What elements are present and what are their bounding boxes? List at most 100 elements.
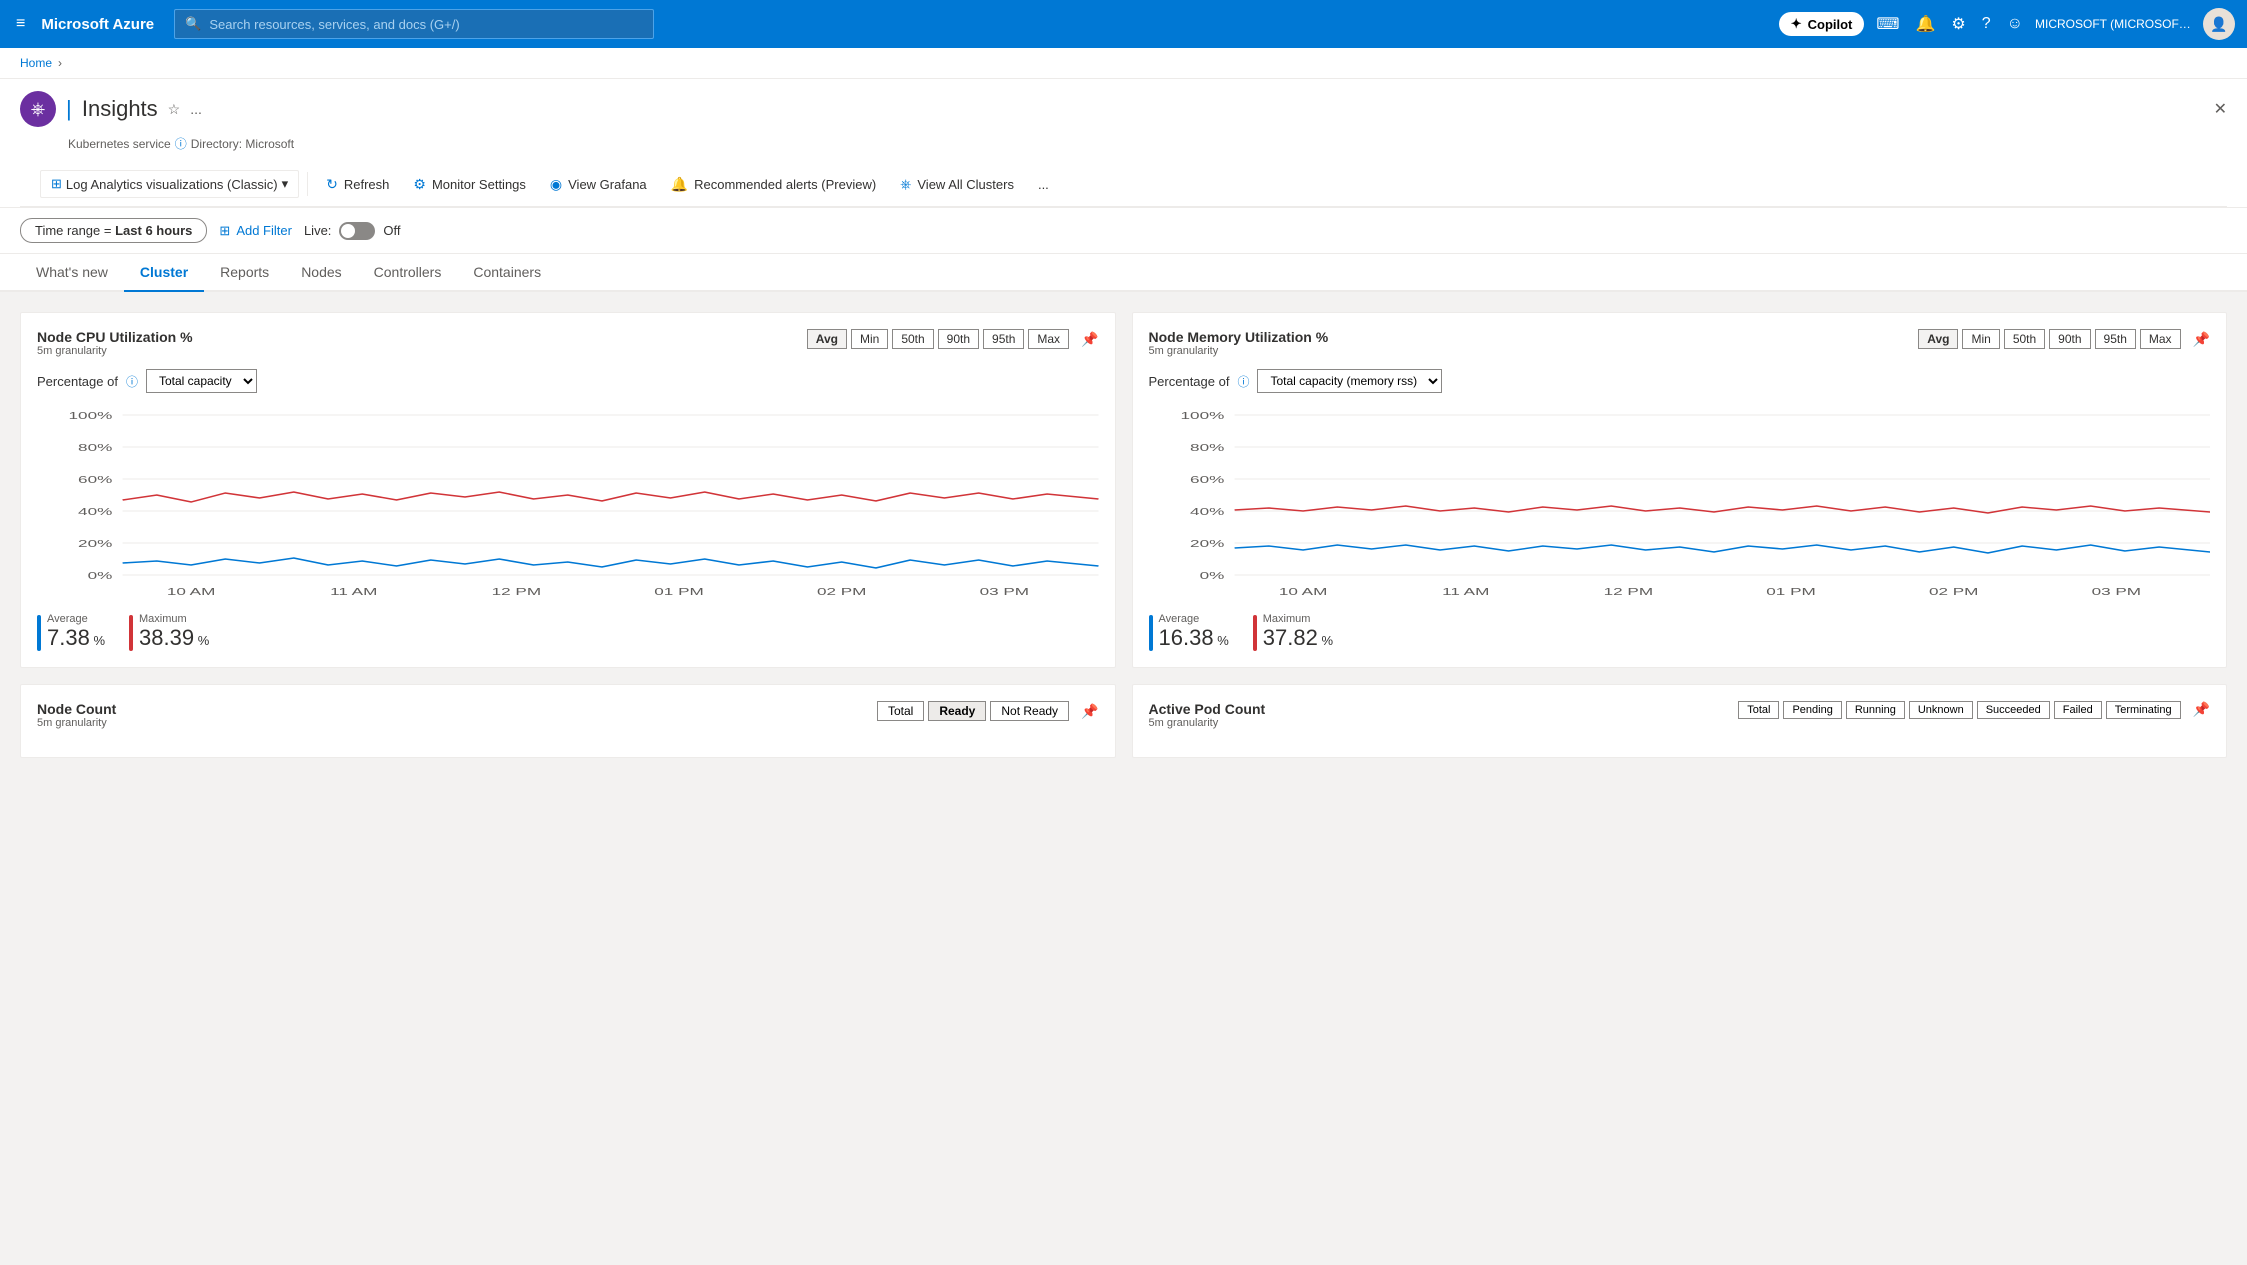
pod-count-card: Active Pod Count 5m granularity Total Pe…	[1132, 684, 2228, 758]
cpu-chart-header: Node CPU Utilization % 5m granularity Av…	[37, 329, 1099, 357]
tab-whats-new[interactable]: What's new	[20, 254, 124, 292]
memory-chart-header: Node Memory Utilization % 5m granularity…	[1149, 329, 2211, 357]
memory-chart-subtitle: 5m granularity	[1149, 345, 1329, 357]
user-account[interactable]: MICROSOFT (MICROSOFT.ONMI...	[2035, 17, 2195, 31]
memory-chart-options: Percentage of ⓘ Total capacity (memory r…	[1149, 369, 2211, 393]
cpu-capacity-dropdown[interactable]: Total capacity Request Limit	[146, 369, 257, 393]
cpu-95th-btn[interactable]: 95th	[983, 329, 1024, 349]
cpu-max-stat: Maximum 38.39 %	[129, 613, 209, 651]
pod-pin-icon[interactable]: 📌	[2193, 701, 2210, 719]
cpu-info-icon[interactable]: ⓘ	[126, 373, 138, 390]
node-pin-icon[interactable]: 📌	[1081, 703, 1098, 720]
feedback-button[interactable]: ☺	[2003, 11, 2027, 37]
memory-50th-btn[interactable]: 50th	[2004, 329, 2045, 349]
refresh-icon: ↻	[326, 176, 338, 193]
pod-failed-btn[interactable]: Failed	[2054, 701, 2102, 719]
view-grafana-button[interactable]: ◉ View Grafana	[540, 171, 657, 198]
memory-max-btn[interactable]: Max	[2140, 329, 2181, 349]
pod-running-btn[interactable]: Running	[1846, 701, 1905, 719]
info-icon: ⓘ	[175, 135, 187, 152]
svg-text:60%: 60%	[78, 474, 112, 485]
azure-logo: Microsoft Azure	[41, 16, 154, 33]
memory-min-btn[interactable]: Min	[1962, 329, 1999, 349]
pod-count-controls: Total Pending Running Unknown Succeeded …	[1738, 701, 2210, 719]
tab-reports[interactable]: Reports	[204, 254, 285, 292]
tab-controllers[interactable]: Controllers	[358, 254, 458, 292]
live-toggle[interactable]	[339, 222, 375, 240]
cpu-chart-title: Node CPU Utilization %	[37, 329, 193, 345]
cpu-90th-btn[interactable]: 90th	[938, 329, 979, 349]
close-icon[interactable]: ✕	[2214, 99, 2227, 119]
svg-text:02 PM: 02 PM	[1928, 586, 1977, 597]
memory-chart-title: Node Memory Utilization %	[1149, 329, 1329, 345]
top-nav: ≡ Microsoft Azure 🔍 ✦ Copilot ⌨ 🔔 ⚙ ? ☺ …	[0, 0, 2247, 48]
node-ready-btn[interactable]: Ready	[928, 701, 986, 721]
time-range-button[interactable]: Time range = Last 6 hours	[20, 218, 207, 243]
cpu-avg-stat: Average 7.38 %	[37, 613, 105, 651]
search-icon: 🔍	[185, 16, 201, 32]
memory-svg: 100% 80% 60% 40% 20% 0% 10 AM 11 AM 12 P…	[1149, 405, 2211, 605]
notifications-button[interactable]: 🔔	[1911, 10, 1939, 38]
svg-text:40%: 40%	[1190, 506, 1224, 517]
pod-succeeded-btn[interactable]: Succeeded	[1977, 701, 2050, 719]
cpu-chart-card: Node CPU Utilization % 5m granularity Av…	[20, 312, 1116, 668]
tab-cluster[interactable]: Cluster	[124, 254, 204, 292]
cpu-pin-icon[interactable]: 📌	[1081, 331, 1098, 348]
breadcrumb-home[interactable]: Home	[20, 56, 52, 70]
settings-button[interactable]: ⚙	[1947, 10, 1969, 38]
svg-text:10 AM: 10 AM	[1278, 586, 1327, 597]
pod-unknown-btn[interactable]: Unknown	[1909, 701, 1973, 719]
chevron-down-icon: ▾	[282, 176, 289, 192]
cpu-avg-btn[interactable]: Avg	[807, 329, 847, 349]
recommended-alerts-button[interactable]: 🔔 Recommended alerts (Preview)	[661, 171, 887, 198]
memory-pin-icon[interactable]: 📌	[2193, 331, 2210, 348]
cpu-min-btn[interactable]: Min	[851, 329, 888, 349]
main-content: Node CPU Utilization % 5m granularity Av…	[0, 292, 2247, 778]
hamburger-menu[interactable]: ≡	[12, 11, 29, 37]
charts-row: Node CPU Utilization % 5m granularity Av…	[20, 312, 2227, 668]
cpu-chart-options: Percentage of ⓘ Total capacity Request L…	[37, 369, 1099, 393]
memory-info-icon[interactable]: ⓘ	[1237, 373, 1249, 390]
search-input[interactable]	[209, 17, 643, 32]
memory-avg-values: Average 16.38 %	[1159, 613, 1229, 651]
favorite-icon[interactable]: ☆	[168, 101, 181, 118]
monitor-settings-button[interactable]: ⚙ Monitor Settings	[403, 171, 536, 198]
view-all-clusters-button[interactable]: ⎈ View All Clusters	[890, 171, 1024, 198]
memory-90th-btn[interactable]: 90th	[2049, 329, 2090, 349]
add-filter-button[interactable]: ⊞ Add Filter	[219, 223, 292, 239]
pod-terminating-btn[interactable]: Terminating	[2106, 701, 2181, 719]
log-analytics-dropdown[interactable]: ⊞ Log Analytics visualizations (Classic)…	[40, 170, 299, 198]
memory-stat-controls: Avg Min 50th 90th 95th Max 📌	[1918, 329, 2210, 349]
tab-nodes[interactable]: Nodes	[285, 254, 357, 292]
memory-chart-area: 100% 80% 60% 40% 20% 0% 10 AM 11 AM 12 P…	[1149, 405, 2211, 605]
node-count-title-group: Node Count 5m granularity	[37, 701, 116, 729]
memory-max-stat: Maximum 37.82 %	[1253, 613, 1333, 651]
cpu-50th-btn[interactable]: 50th	[892, 329, 933, 349]
more-options-icon[interactable]: ...	[190, 101, 202, 117]
pod-pending-btn[interactable]: Pending	[1783, 701, 1841, 719]
copilot-button[interactable]: ✦ Copilot	[1779, 12, 1865, 36]
help-button[interactable]: ?	[1978, 11, 1995, 37]
node-total-btn[interactable]: Total	[877, 701, 924, 721]
svg-text:20%: 20%	[78, 538, 112, 549]
kubernetes-icon: ⎈	[20, 91, 56, 127]
svg-text:20%: 20%	[1190, 538, 1224, 549]
memory-avg-btn[interactable]: Avg	[1918, 329, 1958, 349]
tab-containers[interactable]: Containers	[457, 254, 557, 292]
cpu-stat-controls: Avg Min 50th 90th 95th Max 📌	[807, 329, 1099, 349]
toolbar-more-button[interactable]: ...	[1028, 172, 1059, 197]
node-not-ready-btn[interactable]: Not Ready	[990, 701, 1069, 721]
filters-row: Time range = Last 6 hours ⊞ Add Filter L…	[0, 208, 2247, 254]
refresh-button[interactable]: ↻ Refresh	[316, 171, 399, 198]
cpu-max-btn[interactable]: Max	[1028, 329, 1069, 349]
svg-text:0%: 0%	[1199, 570, 1224, 581]
avatar[interactable]: 👤	[2203, 8, 2235, 40]
cpu-chart-area: 100% 80% 60% 40% 20% 0% 10 AM 11 AM 12 P…	[37, 405, 1099, 605]
memory-chart-title-group: Node Memory Utilization % 5m granularity	[1149, 329, 1329, 357]
memory-95th-btn[interactable]: 95th	[2095, 329, 2136, 349]
svg-text:02 PM: 02 PM	[817, 586, 866, 597]
live-toggle-row: Live: Off	[304, 222, 401, 240]
pod-total-btn[interactable]: Total	[1738, 701, 1779, 719]
memory-capacity-dropdown[interactable]: Total capacity (memory rss) Request Limi…	[1257, 369, 1442, 393]
terminal-button[interactable]: ⌨	[1872, 10, 1903, 38]
